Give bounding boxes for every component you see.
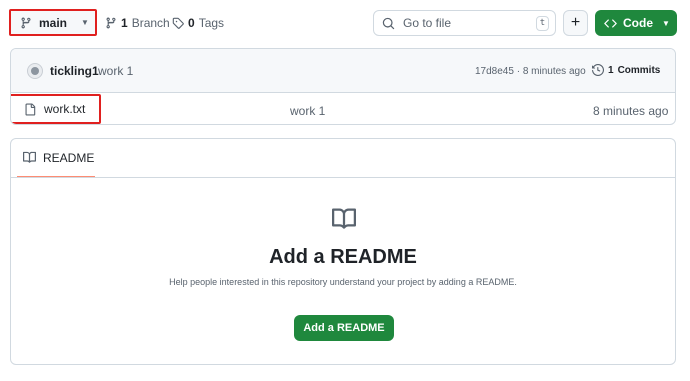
go-to-file-input[interactable]: Go to file t — [373, 10, 556, 36]
file-icon — [24, 103, 36, 116]
tab-readme-label: README — [43, 150, 95, 165]
latest-commit-row: tickling1 work 1 17d8e45 · 8 minutes ago… — [11, 49, 675, 93]
code-button[interactable]: Code ▼ — [595, 10, 677, 36]
add-file-button[interactable]: + — [563, 10, 588, 36]
code-button-label: Code — [623, 16, 653, 30]
commits-count: 1 — [608, 64, 614, 76]
chevron-down-icon: ▼ — [81, 18, 89, 27]
branch-selector-button[interactable]: main ▼ — [9, 9, 97, 36]
file-browser: tickling1 work 1 17d8e45 · 8 minutes ago… — [10, 48, 676, 125]
commits-label: Commits — [617, 64, 661, 76]
commits-history-link[interactable]: 1 Commits — [592, 64, 660, 76]
tag-icon — [172, 17, 184, 29]
branches-count: 1 — [121, 16, 128, 30]
branches-label: Branch — [131, 16, 170, 30]
tags-label: Tags — [198, 16, 225, 30]
commit-author-link[interactable]: tickling1 — [50, 64, 99, 78]
table-row: work.txt work 1 8 minutes ago — [11, 93, 675, 124]
book-icon — [331, 207, 357, 231]
branch-name: main — [39, 15, 68, 30]
add-readme-button[interactable]: Add a README — [294, 315, 394, 341]
readme-panel: README Add a README Help people interest… — [10, 138, 676, 365]
chevron-down-icon: ▼ — [662, 18, 670, 28]
search-icon — [382, 17, 395, 30]
file-link[interactable]: work.txt — [11, 94, 101, 124]
go-to-file-placeholder: Go to file — [403, 16, 452, 30]
history-icon — [592, 64, 604, 76]
git-branch-icon — [20, 17, 32, 29]
git-branch-icon — [105, 17, 117, 29]
file-commit-message-link[interactable]: work 1 — [290, 104, 325, 118]
keyboard-shortcut-hint: t — [536, 16, 549, 31]
divider — [11, 177, 675, 178]
avatar[interactable] — [27, 63, 43, 79]
file-name: work.txt — [44, 102, 86, 116]
file-age: 8 minutes ago — [593, 104, 669, 118]
tab-readme[interactable]: README — [17, 139, 95, 178]
book-icon — [23, 151, 36, 164]
readme-description: Help people interested in this repositor… — [169, 277, 517, 287]
tags-count: 0 — [188, 16, 195, 30]
code-icon — [604, 17, 617, 30]
branches-link[interactable]: 1 Branch — [105, 16, 170, 30]
repo-toolbar: main ▼ 1 Branch 0 Tags Go to file t + Co… — [0, 0, 690, 46]
tags-link[interactable]: 0 Tags — [172, 16, 224, 30]
commit-message-link[interactable]: work 1 — [98, 64, 133, 78]
commit-sha-and-time[interactable]: 17d8e45 · 8 minutes ago — [475, 66, 586, 77]
readme-heading: Add a README — [269, 246, 417, 268]
